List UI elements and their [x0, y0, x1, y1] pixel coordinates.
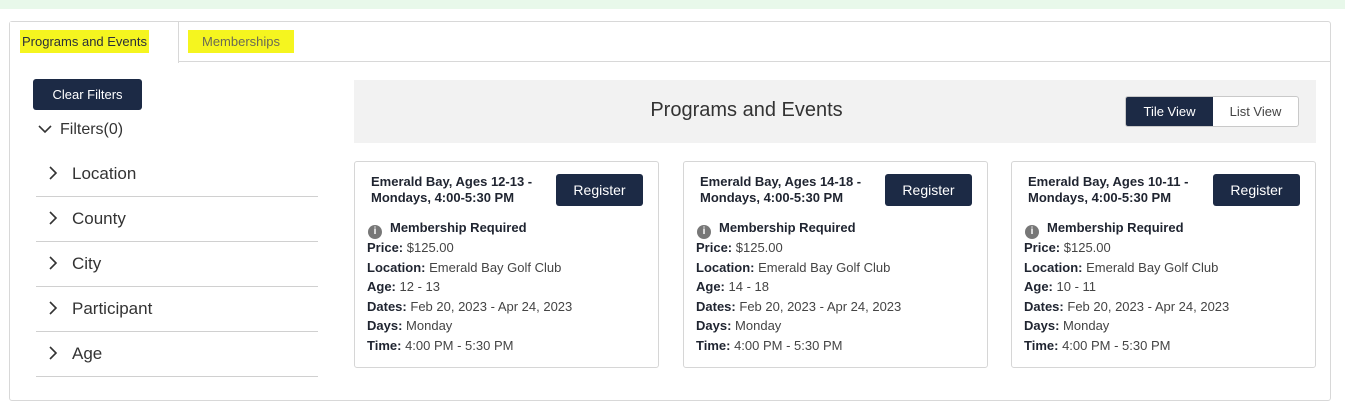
view-toggle: Tile View List View: [1125, 96, 1299, 127]
price-row: Price: $125.00: [696, 240, 783, 255]
chevron-down-icon: [38, 121, 54, 139]
card-title[interactable]: Emerald Bay, Ages 10-11 - Mondays, 4:00-…: [1028, 174, 1208, 206]
location-row: Location: Emerald Bay Golf Club: [367, 260, 562, 275]
price-row: Price: $125.00: [1024, 240, 1111, 255]
age-row: Age: 12 - 13: [367, 279, 440, 294]
filter-label: City: [72, 254, 102, 273]
filter-city[interactable]: City: [36, 243, 318, 287]
info-icon: i: [697, 225, 711, 239]
time-row: Time: 4:00 PM - 5:30 PM: [696, 338, 843, 353]
list-view-button[interactable]: List View: [1213, 97, 1298, 126]
days-row: Days: Monday: [696, 318, 782, 333]
age-row: Age: 10 - 11: [1024, 279, 1097, 294]
program-card: Emerald Bay, Ages 14-18 - Mondays, 4:00-…: [683, 161, 988, 368]
days-row: Days: Monday: [1024, 318, 1110, 333]
location-row: Location: Emerald Bay Golf Club: [1024, 260, 1219, 275]
age-row: Age: 14 - 18: [696, 279, 769, 294]
chevron-right-icon: [48, 255, 62, 271]
card-title[interactable]: Emerald Bay, Ages 14-18 - Mondays, 4:00-…: [700, 174, 880, 206]
filter-label: Age: [72, 344, 103, 363]
dates-row: Dates: Feb 20, 2023 - Apr 24, 2023: [367, 299, 573, 314]
info-icon: i: [1025, 225, 1039, 239]
clear-filters-button[interactable]: Clear Filters: [33, 79, 142, 110]
results-header: Programs and Events Tile View List View: [354, 80, 1316, 143]
dates-row: Dates: Feb 20, 2023 - Apr 24, 2023: [1024, 299, 1230, 314]
chevron-right-icon: [48, 300, 62, 316]
filter-label: County: [72, 209, 126, 228]
filter-participant[interactable]: Participant: [36, 288, 318, 332]
time-row: Time: 4:00 PM - 5:30 PM: [367, 338, 514, 353]
tile-view-button[interactable]: Tile View: [1126, 97, 1213, 126]
chevron-right-icon: [48, 210, 62, 226]
filters-label: Filters(0): [60, 121, 124, 138]
tab-label: Memberships: [188, 30, 295, 53]
membership-required: i Membership Required: [1025, 220, 1184, 239]
days-row: Days: Monday: [367, 318, 453, 333]
membership-required: i Membership Required: [697, 220, 856, 239]
register-button[interactable]: Register: [556, 174, 643, 206]
program-card: Emerald Bay, Ages 10-11 - Mondays, 4:00-…: [1011, 161, 1316, 368]
page-title: Programs and Events: [650, 99, 843, 121]
program-card: Emerald Bay, Ages 12-13 - Mondays, 4:00-…: [354, 161, 659, 368]
filter-county[interactable]: County: [36, 198, 318, 242]
tab-programs-and-events[interactable]: Programs and Events: [10, 22, 179, 63]
membership-required: i Membership Required: [368, 220, 527, 239]
dates-row: Dates: Feb 20, 2023 - Apr 24, 2023: [696, 299, 902, 314]
location-row: Location: Emerald Bay Golf Club: [696, 260, 891, 275]
register-button[interactable]: Register: [1213, 174, 1300, 206]
register-button[interactable]: Register: [885, 174, 972, 206]
content-panel: Programs and Events Memberships Clear Fi…: [9, 21, 1331, 401]
card-title[interactable]: Emerald Bay, Ages 12-13 - Mondays, 4:00-…: [371, 174, 551, 206]
chevron-right-icon: [48, 165, 62, 181]
tab-memberships[interactable]: Memberships: [180, 22, 330, 62]
tab-bar: Programs and Events Memberships: [10, 22, 1330, 63]
filter-location[interactable]: Location: [36, 153, 318, 197]
info-icon: i: [368, 225, 382, 239]
price-row: Price: $125.00: [367, 240, 454, 255]
tab-label: Programs and Events: [20, 30, 150, 53]
filter-label: Participant: [72, 299, 153, 318]
time-row: Time: 4:00 PM - 5:30 PM: [1024, 338, 1171, 353]
filter-age[interactable]: Age: [36, 333, 318, 377]
filter-label: Location: [72, 164, 137, 183]
chevron-right-icon: [48, 345, 62, 361]
filters-toggle[interactable]: Filters(0): [38, 121, 123, 139]
top-band: [0, 0, 1345, 9]
